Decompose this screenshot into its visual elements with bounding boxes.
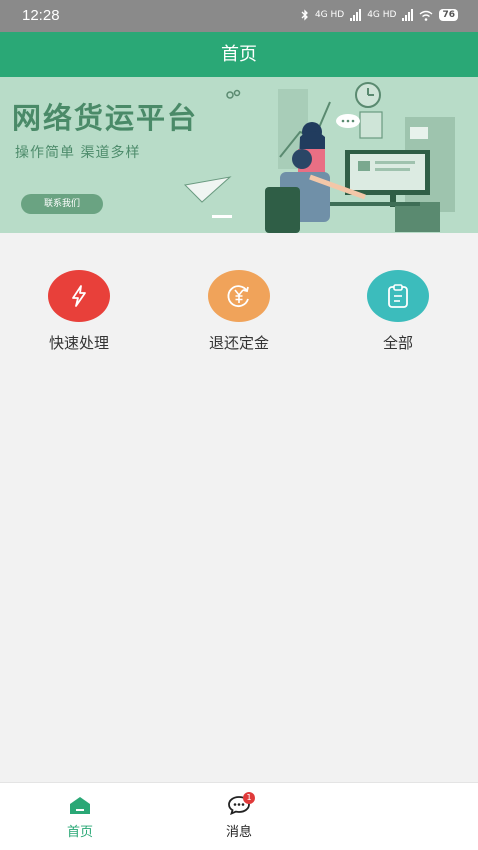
action-refund-deposit[interactable]: 退还定金 [179, 270, 299, 353]
bluetooth-icon [301, 9, 308, 21]
wifi-icon [420, 10, 433, 21]
lightning-icon [48, 270, 110, 322]
contact-us-button[interactable]: 联系我们 [21, 194, 103, 214]
banner-illustration [183, 82, 455, 233]
action-all[interactable]: 全部 [338, 270, 458, 353]
battery-icon: 76 [439, 9, 458, 21]
tab-home[interactable]: 首页 [40, 795, 120, 840]
status-time: 12:28 [22, 7, 60, 24]
clipboard-icon [367, 270, 429, 322]
status-bar: 12:28 4G HD 4G HD 76 [0, 0, 478, 32]
signal-icon [402, 9, 414, 21]
action-quick-process[interactable]: 快速处理 [19, 270, 139, 353]
action-label: 全部 [382, 334, 413, 352]
page-title: 首页 [0, 32, 478, 77]
banner-subtitle: 操作简单 渠道多样 [15, 145, 141, 161]
tab-label: 首页 [66, 825, 93, 840]
status-icons: 4G HD 4G HD 76 [301, 9, 458, 21]
network-label-1: 4G HD [314, 10, 345, 20]
yuan-refund-icon [208, 270, 270, 322]
unread-badge: 1 [243, 792, 255, 804]
banner-title: 网络货运平台 [12, 101, 199, 135]
bottom-tab-bar: 首页 1 消息 [0, 782, 478, 850]
tab-label: 消息 [225, 825, 252, 840]
action-label: 退还定金 [208, 334, 269, 352]
home-icon [70, 797, 90, 814]
promo-banner[interactable]: 网络货运平台 操作简单 渠道多样 联系我们 [0, 77, 478, 233]
action-label: 快速处理 [48, 334, 109, 352]
signal-icon [350, 9, 362, 21]
tab-messages[interactable]: 1 消息 [199, 792, 279, 840]
quick-actions: 快速处理 退还定金 全部 [0, 270, 478, 360]
network-label-2: 4G HD [367, 10, 397, 20]
